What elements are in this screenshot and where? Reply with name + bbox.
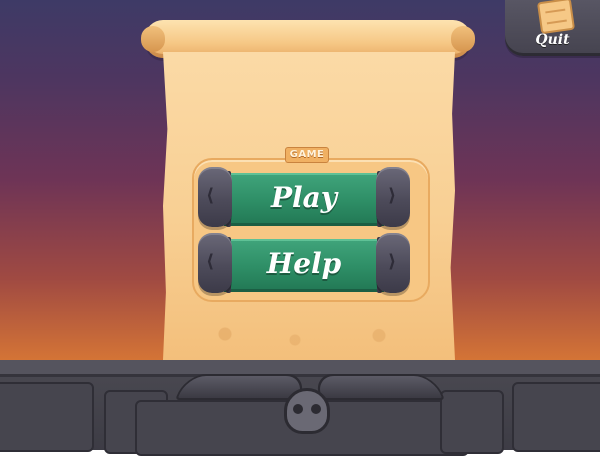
knot-right-icon: ⟩ [376, 167, 410, 227]
wall-brick [512, 382, 600, 452]
game-scene: GAME Play ⟨ ⟩ Help ⟨ ⟩ Quit [0, 0, 600, 456]
skull-icon [284, 388, 330, 434]
help-button-label: Help [266, 247, 342, 280]
quit-label: Quit [535, 32, 570, 48]
play-button-bar: Play [224, 171, 384, 227]
game-section-label: GAME [285, 147, 329, 163]
help-button-bar: Help [224, 237, 384, 293]
help-button[interactable]: Help ⟨ ⟩ [198, 233, 410, 293]
knot-right-icon: ⟩ [376, 233, 410, 293]
knot-left-icon: ⟨ [198, 167, 232, 227]
play-button[interactable]: Play ⟨ ⟩ [198, 167, 410, 227]
knot-left-icon: ⟨ [198, 233, 232, 293]
right-wing [311, 374, 445, 400]
play-button-label: Play [270, 181, 338, 214]
wall-brick [0, 382, 94, 452]
scroll-icon [536, 0, 576, 35]
wall-brick [440, 390, 504, 454]
quit-button[interactable]: Quit [505, 0, 600, 56]
